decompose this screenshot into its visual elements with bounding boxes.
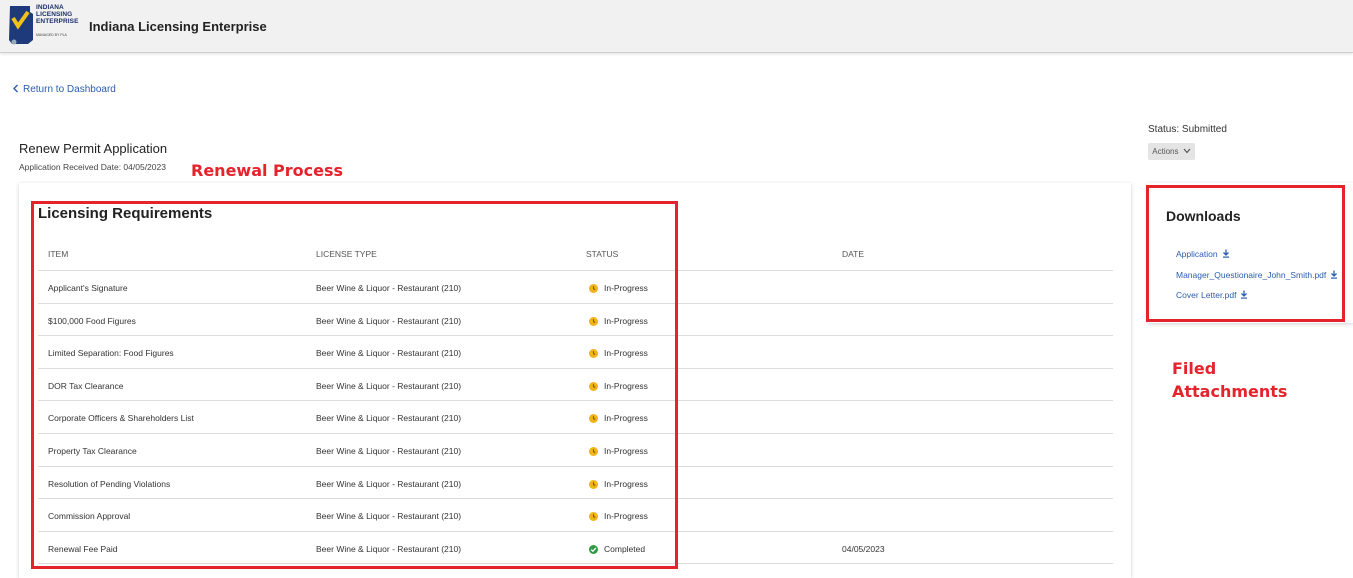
chevron-down-icon	[1183, 148, 1191, 154]
logo-text: INDIANA LICENSING ENTERPRISE	[36, 4, 79, 25]
page-title: Renew Permit Application	[19, 141, 168, 156]
annotation-filed-line1: Filed	[1172, 359, 1217, 378]
return-to-dashboard-link[interactable]: Return to Dashboard	[12, 84, 116, 95]
actions-dropdown-button[interactable]: Actions	[1148, 143, 1195, 160]
annotation-renewal-process: Renewal Process	[191, 161, 344, 180]
top-bar: INDIANA LICENSING ENTERPRISE MANAGED BY …	[0, 0, 1353, 53]
app-title: Indiana Licensing Enterprise	[89, 19, 267, 34]
logo-subtext: MANAGED BY PLA	[36, 33, 67, 37]
received-date: Application Received Date: 04/05/2023	[19, 162, 166, 172]
annotation-filed-line2: Attachments	[1172, 382, 1288, 401]
annotation-filed-attachments: Filed Attachments	[1172, 357, 1287, 403]
chevron-left-icon	[13, 84, 18, 93]
actions-label: Actions	[1152, 147, 1179, 156]
date-cell: 04/05/2023	[842, 544, 885, 554]
annotation-box-requirements	[31, 201, 678, 569]
indiana-state-icon	[9, 6, 33, 45]
column-header-date: DATE	[842, 249, 865, 259]
return-to-dashboard-label: Return to Dashboard	[23, 84, 116, 95]
indiana-licensing-logo[interactable]: INDIANA LICENSING ENTERPRISE MANAGED BY …	[6, 4, 80, 48]
application-status: Status: Submitted	[1148, 124, 1227, 135]
annotation-box-downloads	[1146, 185, 1345, 322]
